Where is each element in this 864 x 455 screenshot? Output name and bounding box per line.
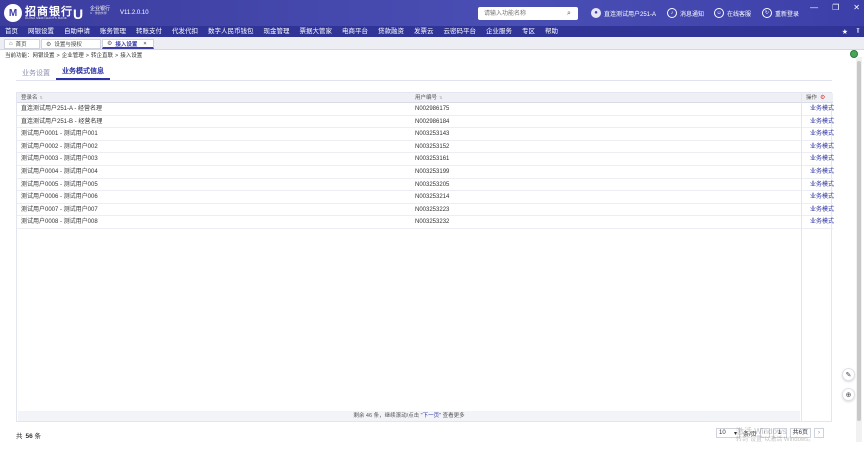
corp-bank-label: 企业银行 U · 你的伙伴 (90, 6, 111, 15)
bank-name-en: CHINA MERCHANTS BANK (25, 16, 68, 20)
tab-access-settings[interactable]: ⚙ 接入设置 × (102, 39, 154, 49)
sort-icon: ⇅ (439, 95, 443, 100)
sort-icon: ⇅ (39, 95, 43, 100)
tab-home[interactable]: ⌂ 首页 (4, 39, 40, 49)
menu-item[interactable]: 网银设置 (23, 26, 59, 37)
breadcrumb-item: 网银设置 (32, 53, 55, 59)
subtab-business-mode-info[interactable]: 业务模式信息 (56, 66, 110, 80)
breadcrumb-item: 接入设置 (120, 53, 143, 59)
breadcrumb: 当前功能：网银设置 > 企业管理 > 转企直联 > 接入设置 (5, 53, 143, 59)
corp-bank-logo-icon: U (73, 6, 84, 22)
business-mode-link[interactable]: 业务模式 (802, 204, 834, 217)
next-page-link[interactable]: "下一页" (421, 413, 441, 419)
action-column: 操作 ⚙ 业务模式 业务模式 业务模式 业务模式 业务模式 业务模式 业务模式 … (801, 93, 834, 421)
menu-item[interactable]: 云密码平台 (439, 26, 482, 37)
search-input[interactable] (478, 8, 564, 19)
close-tab-icon[interactable]: × (143, 41, 146, 47)
window-controls: — ❐ ✕ (810, 3, 860, 12)
message-button[interactable]: ♪ 消息通知 (667, 8, 704, 18)
load-more-bar: 剩余 46 条，继续滚动/点击 "下一页" 查看更多 (18, 411, 800, 421)
headset-icon: ☺ (714, 8, 724, 18)
main-menu: 首页 网银设置 自助申请 账务管理 转账支付 代发代扣 数字人民币钱包 现金管理… (0, 26, 864, 37)
gear-icon: ⚙ (46, 41, 52, 48)
search-icon[interactable]: ⌕ (564, 9, 574, 19)
bank-logo-icon: M (4, 4, 22, 22)
tab-settings-auth[interactable]: ⚙ 设置与授权 (41, 39, 101, 49)
menu-item[interactable]: 账务管理 (95, 26, 131, 37)
table-body: 直连测试用户251-A - 经营名理 N002986175 直连测试用户251-B… (17, 103, 833, 229)
menu-item[interactable]: 发票云 (409, 26, 439, 37)
business-mode-link[interactable]: 业务模式 (802, 141, 834, 154)
business-mode-link[interactable]: 业务模式 (802, 128, 834, 141)
business-mode-link[interactable]: 业务模式 (802, 103, 834, 116)
table-row: 直连测试用户251-A - 经营名理 N002986175 (17, 103, 833, 116)
function-search: ⌕ (478, 7, 578, 20)
menu-item[interactable]: 现金管理 (259, 26, 295, 37)
gear-icon: ⚙ (107, 41, 113, 47)
sub-tabs: 业务设置 业务模式信息 (16, 66, 110, 80)
subtab-business-settings[interactable]: 业务设置 (16, 68, 56, 80)
menu-item[interactable]: 转账支付 (131, 26, 167, 37)
business-mode-link[interactable]: 业务模式 (802, 116, 834, 129)
menu-item[interactable]: 代发代扣 (167, 26, 203, 37)
online-service-button[interactable]: ☺ 在线客服 (714, 8, 751, 18)
top-header: M 招商银行 CHINA MERCHANTS BANK U 企业银行 U · 你… (0, 0, 864, 26)
menu-item[interactable]: 自助申请 (59, 26, 95, 37)
menu-item[interactable]: 贷款融资 (373, 26, 409, 37)
total-count: 共 56 条 (16, 433, 42, 440)
table-row: 测试用户0003 - 测试用户003 N003253161 (17, 153, 833, 166)
breadcrumb-item: 转企直联 (90, 53, 113, 59)
business-mode-link[interactable]: 业务模式 (802, 216, 834, 229)
close-icon[interactable]: ✕ (853, 3, 860, 12)
menu-item[interactable]: 帮助 (540, 26, 563, 37)
menu-item[interactable]: 企业服务 (481, 26, 517, 37)
star-icon[interactable]: ★ (842, 28, 848, 36)
refresh-icon: ↻ (762, 8, 772, 18)
tab-bar: ⌂ 首页 ⚙ 设置与授权 ⚙ 接入设置 × (0, 37, 864, 50)
business-mode-link[interactable]: 业务模式 (802, 166, 834, 179)
col-action: 操作 ⚙ (802, 93, 833, 103)
col-user-no[interactable]: 用户编号 ⇅ (415, 93, 442, 103)
menu-item[interactable]: 专区 (517, 26, 540, 37)
menu-item[interactable]: 票据大管家 (295, 26, 338, 37)
table-row: 测试用户0006 - 测试用户006 N003253214 (17, 191, 833, 204)
column-settings-icon[interactable]: ⚙ (820, 93, 825, 103)
windows-activation-watermark: 激活 Windows 转到"设置"以激活 Windows。 (736, 427, 815, 443)
home-icon: ⌂ (9, 41, 13, 47)
table-row: 测试用户0005 - 测试用户005 N003253205 (17, 179, 833, 192)
bell-icon: ♪ (667, 8, 677, 18)
col-login-name[interactable]: 登录名 ⇅ (21, 93, 43, 103)
table-header: 登录名 ⇅ 用户编号 ⇅ (17, 93, 833, 103)
version-label: V11.2.0.10 (120, 10, 149, 16)
zoom-in-icon[interactable]: ⊕ (842, 388, 855, 401)
page-scrollbar[interactable] (856, 57, 862, 442)
relogin-button[interactable]: ↻ 重新登录 (762, 8, 799, 18)
menu-item[interactable]: 数字人民币钱包 (203, 26, 259, 37)
next-page-button[interactable]: › (814, 428, 825, 438)
table-row: 测试用户0001 - 测试用户001 N003253143 (17, 128, 833, 141)
menu-item[interactable]: 首页 (0, 26, 23, 37)
pin-icon[interactable]: ⫪ (856, 28, 860, 36)
notepad-icon[interactable]: ✎ (842, 368, 855, 381)
user-menu[interactable]: ● 直连测试用户251-A (591, 8, 656, 18)
business-mode-link[interactable]: 业务模式 (802, 153, 834, 166)
restore-icon[interactable]: ❐ (832, 3, 839, 12)
user-name: 直连测试用户251-A (604, 11, 657, 18)
minimize-icon[interactable]: — (810, 3, 818, 12)
table-row: 测试用户0007 - 测试用户007 N003253223 (17, 204, 833, 217)
table-row: 测试用户0004 - 测试用户004 N003253199 (17, 166, 833, 179)
table-row: 直连测试用户251-B - 经营名理 N002986184 (17, 116, 833, 129)
business-mode-link[interactable]: 业务模式 (802, 191, 834, 204)
business-mode-link[interactable]: 业务模式 (802, 179, 834, 192)
bank-logo[interactable]: M 招商银行 CHINA MERCHANTS BANK (4, 4, 73, 22)
menu-item[interactable]: 电商平台 (337, 26, 373, 37)
breadcrumb-item: 企业管理 (61, 53, 84, 59)
divider (16, 80, 832, 81)
user-table: 登录名 ⇅ 用户编号 ⇅ 直连测试用户251-A - 经营名理 N002986175 … (16, 92, 834, 422)
table-row: 测试用户0002 - 测试用户002 N003253152 (17, 141, 833, 154)
avatar-icon: ● (591, 8, 601, 18)
table-row: 测试用户0008 - 测试用户008 N003253232 (17, 216, 833, 229)
